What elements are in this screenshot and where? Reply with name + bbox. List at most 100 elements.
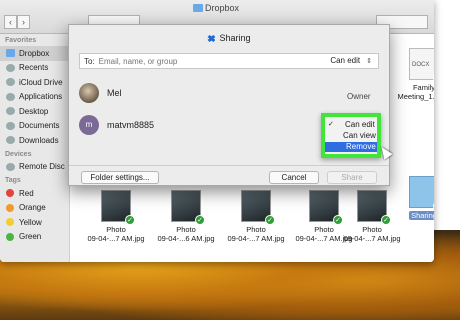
- recipient-input[interactable]: [98, 56, 279, 66]
- sidebar-item-documents[interactable]: Documents: [0, 119, 69, 134]
- cloud-icon: [6, 78, 15, 87]
- back-button[interactable]: ‹: [4, 15, 17, 29]
- sync-check-icon: ✓: [265, 215, 275, 225]
- file-photo[interactable]: ✓ Photo 09-04-...7 AM.jpg: [225, 190, 287, 243]
- sync-check-icon: ✓: [195, 215, 205, 225]
- sidebar-item-label: Applications: [19, 92, 63, 102]
- file-photo[interactable]: ✓ Photo 09-04-...6 AM.jpg: [155, 190, 217, 243]
- menu-item-can-edit[interactable]: ✓ Can edit: [325, 120, 377, 130]
- navigation-buttons: ‹ ›: [4, 15, 30, 29]
- sidebar-item-label: Recents: [19, 63, 49, 73]
- file-name-line: 09-04-...6 AM.jpg: [157, 234, 215, 243]
- sidebar-item-label: Remote Disc: [19, 162, 65, 172]
- sidebar-item-dropbox[interactable]: Dropbox: [0, 46, 69, 61]
- tag-color-dot: [6, 218, 14, 227]
- sidebar-item-downloads[interactable]: Downloads: [0, 133, 69, 148]
- member-name: Mel: [107, 88, 122, 98]
- sidebar-item-remote-disc[interactable]: Remote Disc: [0, 160, 69, 175]
- sidebar-item-desktop[interactable]: Desktop: [0, 104, 69, 119]
- sidebar-tag-red[interactable]: Red: [0, 186, 69, 201]
- image-thumbnail: ✓: [241, 190, 275, 225]
- dropbox-icon: [6, 49, 15, 58]
- file-name-line: Family: [412, 83, 434, 92]
- sidebar-item-label: Green: [19, 232, 42, 242]
- clock-icon: [6, 63, 15, 72]
- recipient-row: To: Can edit ⇕: [79, 53, 379, 69]
- document-icon: [6, 121, 15, 130]
- desktop-icon: [6, 107, 15, 116]
- file-type-label: DOCX: [412, 62, 430, 68]
- sidebar-item-label: Red: [19, 188, 34, 198]
- chevron-updown-icon: ⇕: [366, 58, 372, 65]
- sharing-dialog: Sharing To: Can edit ⇕ Mel Owner m matvm8…: [68, 24, 390, 186]
- sync-check-icon: ✓: [125, 215, 135, 225]
- menu-item-can-view[interactable]: Can view: [325, 131, 377, 141]
- file-name-line: Photo: [362, 225, 382, 234]
- folder-icon: ✓: [409, 176, 434, 211]
- file-name-line: Photo: [246, 225, 266, 234]
- divider: [69, 165, 389, 166]
- dropbox-icon: [207, 35, 216, 42]
- document-thumbnail: DOCX ✓: [409, 48, 434, 83]
- sidebar: Favorites Dropbox Recents iCloud Drive A…: [0, 34, 70, 262]
- sidebar-item-label: Orange: [19, 203, 46, 213]
- sidebar-item-recents[interactable]: Recents: [0, 61, 69, 76]
- window-title: Dropbox: [205, 3, 240, 13]
- sidebar-heading-tags: Tags: [5, 177, 21, 184]
- member-row-owner: Mel: [79, 81, 122, 105]
- sidebar-heading-favorites: Favorites: [5, 37, 37, 44]
- permission-select-value: Can edit: [330, 56, 361, 65]
- sidebar-item-label: Downloads: [19, 135, 59, 145]
- image-thumbnail: ✓: [101, 190, 135, 225]
- avatar: [79, 83, 99, 103]
- file-photo[interactable]: ✓ Photo 09-04-...7 AM.jpg: [341, 190, 403, 243]
- applications-icon: [6, 92, 15, 101]
- dialog-title: Sharing: [69, 33, 389, 43]
- folder-settings-button[interactable]: Folder settings...: [81, 171, 159, 184]
- file-name-line: Photo: [176, 225, 196, 234]
- tag-color-dot: [6, 189, 14, 198]
- chevron-left-icon: ‹: [9, 17, 12, 27]
- sidebar-tag-green[interactable]: Green: [0, 230, 69, 245]
- file-name-line: Photo: [106, 225, 126, 234]
- image-thumbnail: ✓: [309, 190, 343, 225]
- download-icon: [6, 136, 15, 145]
- file-name-line: 09-04-...7 AM.jpg: [227, 234, 285, 243]
- forward-button[interactable]: ›: [17, 15, 30, 29]
- image-thumbnail: ✓: [171, 190, 205, 225]
- sidebar-item-label: Dropbox: [19, 48, 50, 58]
- sidebar-tag-orange[interactable]: Orange: [0, 201, 69, 216]
- sidebar-item-label: Desktop: [19, 106, 49, 116]
- share-button[interactable]: Share: [327, 171, 377, 184]
- sidebar-tag-yellow[interactable]: Yellow: [0, 215, 69, 230]
- owner-role-label: Owner: [347, 92, 371, 101]
- cancel-button[interactable]: Cancel: [269, 171, 319, 184]
- menu-item-label: Can view: [343, 131, 376, 140]
- sidebar-item-label: iCloud Drive: [19, 77, 63, 87]
- disc-icon: [6, 162, 15, 171]
- permission-select[interactable]: Can edit ⇕: [330, 56, 372, 65]
- checkmark-icon: ✓: [328, 121, 334, 128]
- menu-item-label: Can edit: [345, 120, 375, 129]
- member-name: matvm8885: [107, 120, 155, 130]
- sidebar-item-label: Documents: [19, 121, 60, 131]
- image-thumbnail: ✓: [357, 190, 391, 225]
- sidebar-item-label: Yellow: [19, 217, 42, 227]
- avatar: m: [79, 115, 99, 135]
- file-photo[interactable]: ✓ Photo 09-04-...7 AM.jpg: [85, 190, 147, 243]
- file-name-line: 09-04-...7 AM.jpg: [87, 234, 145, 243]
- sync-check-icon: ✓: [381, 215, 391, 225]
- dialog-title-text: Sharing: [219, 33, 251, 43]
- member-row: m matvm8885: [79, 113, 154, 137]
- tag-color-dot: [6, 203, 14, 212]
- sync-check-icon: ✓: [433, 201, 434, 211]
- sidebar-item-applications[interactable]: Applications: [0, 90, 69, 105]
- sync-check-icon: ✓: [433, 73, 434, 83]
- to-label: To:: [84, 56, 95, 66]
- file-name-line: Meeting_1.docx: [397, 92, 434, 101]
- menu-item-label: Remove: [346, 142, 376, 151]
- menu-item-remove[interactable]: Remove: [325, 142, 377, 152]
- sidebar-item-icloud-drive[interactable]: iCloud Drive: [0, 75, 69, 90]
- file-name-label: Sharing: [409, 211, 434, 220]
- file-family-meeting[interactable]: DOCX ✓ Family Meeting_1.docx: [393, 48, 434, 101]
